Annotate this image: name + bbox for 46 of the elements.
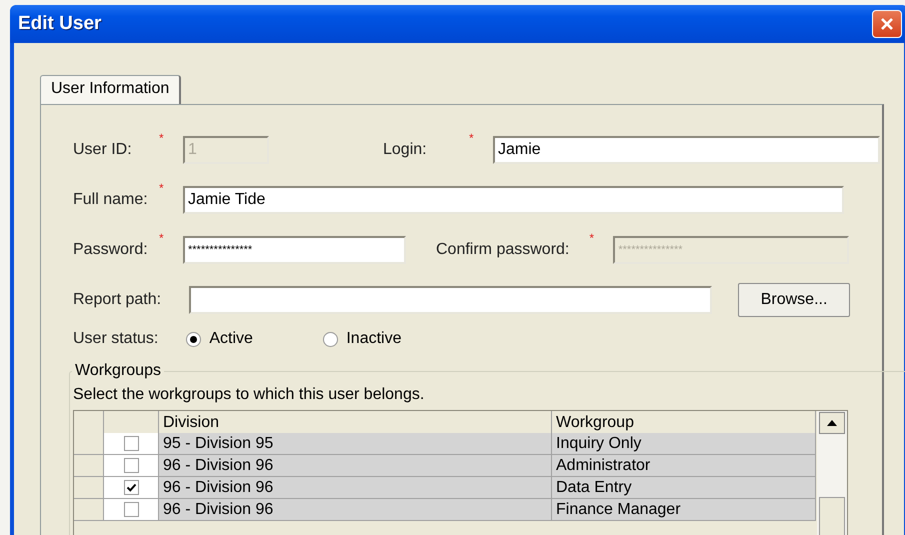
required-marker: * <box>588 233 596 243</box>
up-arrow-icon <box>827 420 837 426</box>
table-cell: 96 - Division 96 <box>159 477 552 499</box>
group-title: Workgroups <box>72 362 164 380</box>
field-label: Report path: <box>73 291 162 309</box>
password-field[interactable]: *************** <box>183 236 406 264</box>
radio-label: Inactive <box>346 330 402 348</box>
field-label: User ID: <box>73 141 133 159</box>
table-cell: Inquiry Only <box>552 433 816 455</box>
radio-icon[interactable] <box>323 332 338 346</box>
radio-label: Active <box>209 330 253 348</box>
required-marker: * <box>468 133 475 143</box>
status-radio[interactable]: Inactive <box>323 330 460 348</box>
table-cell: Data Entry <box>552 477 816 499</box>
field-label: User status: <box>73 330 158 348</box>
login-field[interactable]: Jamie <box>493 136 880 164</box>
close-button[interactable] <box>872 10 902 38</box>
field-label: Full name: <box>73 191 149 209</box>
scrollbar[interactable] <box>817 411 847 535</box>
table-cell: 95 - Division 95 <box>159 433 552 455</box>
required-marker: * <box>158 233 165 243</box>
required-marker: * <box>158 133 165 143</box>
close-icon <box>879 16 895 32</box>
report-path-field[interactable] <box>189 286 712 314</box>
check-icon <box>126 482 136 493</box>
checkbox[interactable] <box>124 436 138 451</box>
browse-button[interactable]: Browse... <box>738 283 850 317</box>
full-name-field[interactable]: Jamie Tide <box>183 186 844 214</box>
scroll-up-button[interactable] <box>819 412 845 434</box>
table-cell: Administrator <box>552 455 816 477</box>
scroll-thumb[interactable] <box>819 497 845 535</box>
checkbox[interactable] <box>124 480 138 495</box>
hint-text: Select the workgroups to which this user belongs. <box>73 386 426 404</box>
status-radio[interactable]: Active <box>186 330 324 348</box>
table-cell: 96 - Division 96 <box>159 455 552 477</box>
field-label: Password: <box>73 241 149 259</box>
required-marker: * <box>158 183 165 193</box>
table-cell: 96 - Division 96 <box>159 499 552 521</box>
tab[interactable]: User Information <box>40 75 182 104</box>
field-label: Login: <box>383 141 428 159</box>
radio-icon[interactable] <box>186 332 202 346</box>
checkbox[interactable] <box>124 502 138 517</box>
checkbox[interactable] <box>124 458 138 473</box>
field-label: Confirm password: <box>436 241 570 259</box>
window-title: Edit User <box>18 13 102 35</box>
table-cell: Finance Manager <box>552 499 816 521</box>
